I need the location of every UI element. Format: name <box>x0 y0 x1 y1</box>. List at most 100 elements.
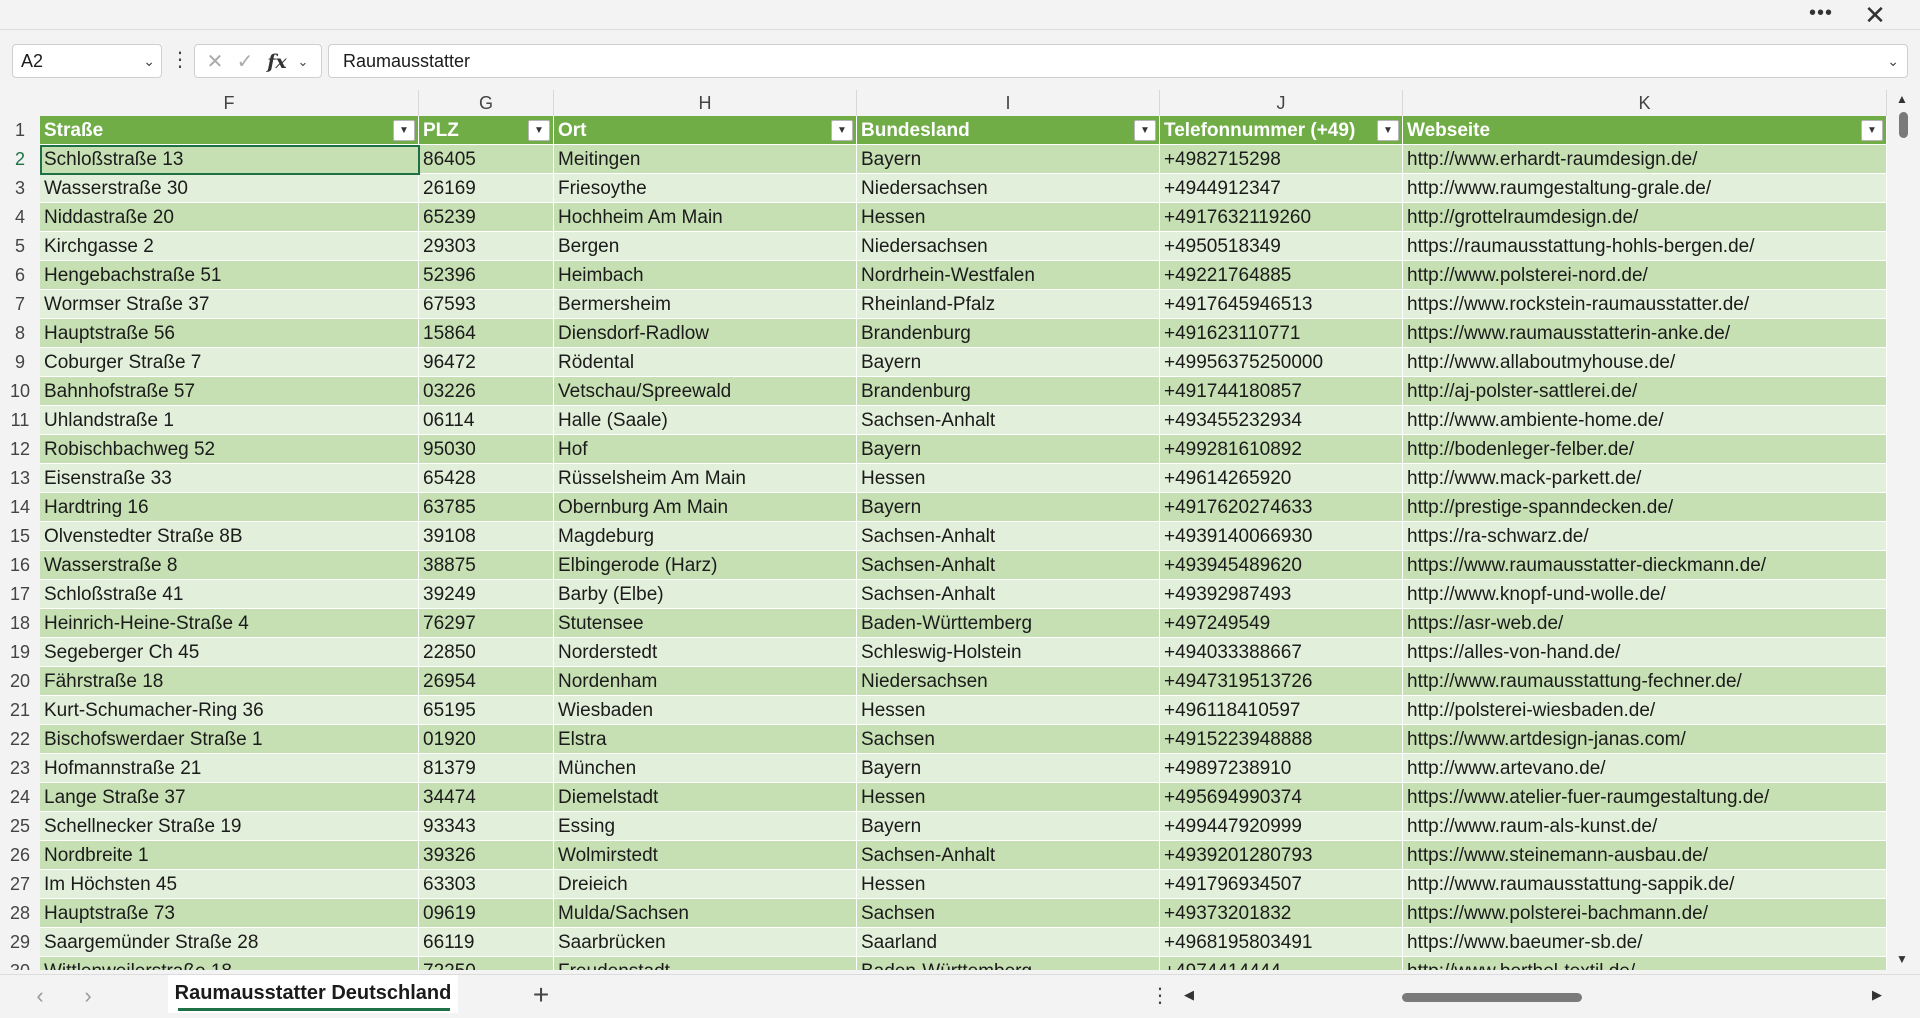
row-number[interactable]: 21 <box>0 696 40 725</box>
table-cell-k[interactable]: http://prestige-spanndecken.de/ <box>1403 493 1887 522</box>
add-sheet-button[interactable]: + <box>528 979 554 1011</box>
table-cell-g[interactable]: 52396 <box>419 261 554 290</box>
table-header-cell[interactable]: Telefonnummer (+49) ▼ <box>1160 116 1403 145</box>
table-cell-j[interactable]: +499281610892 <box>1160 435 1403 464</box>
table-cell-k[interactable]: http://www.ambiente-home.de/ <box>1403 406 1887 435</box>
table-cell-h[interactable]: Wolmirstedt <box>554 841 857 870</box>
table-cell-i[interactable]: Sachsen-Anhalt <box>857 406 1160 435</box>
table-cell-i[interactable]: Sachsen-Anhalt <box>857 551 1160 580</box>
table-cell-f[interactable]: Wasserstraße 8 <box>40 551 419 580</box>
table-cell-i[interactable]: Schleswig-Holstein <box>857 638 1160 667</box>
table-cell-f[interactable]: Schloßstraße 41 <box>40 580 419 609</box>
table-cell-h[interactable]: Bergen <box>554 232 857 261</box>
table-cell-h[interactable]: Meitingen <box>554 145 857 174</box>
row-number[interactable]: 20 <box>0 667 40 696</box>
horizontal-scroll-thumb[interactable] <box>1402 993 1582 1002</box>
table-cell-k[interactable]: http://www.polsterei-nord.de/ <box>1403 261 1887 290</box>
table-cell-k[interactable]: http://www.allaboutmyhouse.de/ <box>1403 348 1887 377</box>
table-cell-h[interactable]: Halle (Saale) <box>554 406 857 435</box>
table-cell-k[interactable]: https://www.raumausstatterin-anke.de/ <box>1403 319 1887 348</box>
table-cell-j[interactable]: +4939201280793 <box>1160 841 1403 870</box>
table-cell-i[interactable]: Sachsen-Anhalt <box>857 522 1160 551</box>
table-cell-i[interactable]: Baden-Württemberg <box>857 957 1160 970</box>
table-cell-j[interactable]: +4917645946513 <box>1160 290 1403 319</box>
table-cell-g[interactable]: 15864 <box>419 319 554 348</box>
table-cell-h[interactable]: Bermersheim <box>554 290 857 319</box>
table-cell-g[interactable]: 39108 <box>419 522 554 551</box>
row-number[interactable]: 15 <box>0 522 40 551</box>
expand-formula-chevron-icon[interactable]: ⌄ <box>1887 45 1899 77</box>
table-cell-k[interactable]: https://www.atelier-fuer-raumgestaltung.… <box>1403 783 1887 812</box>
table-cell-h[interactable]: Diensdorf-Radlow <box>554 319 857 348</box>
table-cell-j[interactable]: +49614265920 <box>1160 464 1403 493</box>
table-cell-j[interactable]: +4947319513726 <box>1160 667 1403 696</box>
table-cell-g[interactable]: 26169 <box>419 174 554 203</box>
table-cell-j[interactable]: +49392987493 <box>1160 580 1403 609</box>
table-cell-i[interactable]: Hessen <box>857 870 1160 899</box>
table-cell-f[interactable]: Nordbreite 1 <box>40 841 419 870</box>
table-cell-f[interactable]: Niddastraße 20 <box>40 203 419 232</box>
table-cell-i[interactable]: Brandenburg <box>857 319 1160 348</box>
table-cell-h[interactable]: Hochheim Am Main <box>554 203 857 232</box>
table-cell-g[interactable]: 09619 <box>419 899 554 928</box>
table-cell-h[interactable]: Barby (Elbe) <box>554 580 857 609</box>
table-cell-f[interactable]: Hardtring 16 <box>40 493 419 522</box>
vertical-scroll-thumb[interactable] <box>1899 112 1908 138</box>
table-cell-j[interactable]: +4982715298 <box>1160 145 1403 174</box>
row-number[interactable]: 2 <box>0 145 40 174</box>
table-cell-g[interactable]: 26954 <box>419 667 554 696</box>
table-cell-f[interactable]: Coburger Straße 7 <box>40 348 419 377</box>
table-cell-k[interactable]: http://bodenleger-felber.de/ <box>1403 435 1887 464</box>
table-cell-i[interactable]: Hessen <box>857 203 1160 232</box>
table-cell-j[interactable]: +4915223948888 <box>1160 725 1403 754</box>
table-cell-f[interactable]: Wittlenweilerstraße 18 <box>40 957 419 970</box>
table-cell-j[interactable]: +491744180857 <box>1160 377 1403 406</box>
row-number[interactable]: 19 <box>0 638 40 667</box>
table-cell-j[interactable]: +4944912347 <box>1160 174 1403 203</box>
table-cell-f[interactable]: Lange Straße 37 <box>40 783 419 812</box>
table-cell-g[interactable]: 39249 <box>419 580 554 609</box>
row-number[interactable]: 8 <box>0 319 40 348</box>
table-cell-j[interactable]: +495694990374 <box>1160 783 1403 812</box>
scroll-up-arrow-icon[interactable]: ▲ <box>1896 92 1908 106</box>
table-cell-g[interactable]: 66119 <box>419 928 554 957</box>
select-all-corner[interactable] <box>0 90 40 116</box>
table-cell-j[interactable]: +497249549 <box>1160 609 1403 638</box>
table-cell-i[interactable]: Brandenburg <box>857 377 1160 406</box>
row-number[interactable]: 14 <box>0 493 40 522</box>
table-cell-i[interactable]: Niedersachsen <box>857 232 1160 261</box>
table-cell-k[interactable]: http://www.raumausstattung-sappik.de/ <box>1403 870 1887 899</box>
row-number[interactable]: 16 <box>0 551 40 580</box>
filter-dropdown-icon[interactable]: ▼ <box>1134 120 1156 141</box>
table-cell-g[interactable]: 06114 <box>419 406 554 435</box>
table-cell-j[interactable]: +4917632119260 <box>1160 203 1403 232</box>
close-button[interactable]: ✕ <box>1858 2 1892 28</box>
column-letter-k[interactable]: K <box>1403 90 1887 116</box>
table-header-cell[interactable]: Straße ▼ <box>40 116 419 145</box>
column-letter-f[interactable]: F <box>40 90 419 116</box>
table-cell-i[interactable]: Bayern <box>857 812 1160 841</box>
table-header-cell[interactable]: Ort ▼ <box>554 116 857 145</box>
row-number[interactable]: 9 <box>0 348 40 377</box>
row-number[interactable]: 28 <box>0 899 40 928</box>
table-cell-f[interactable]: Bischofswerdaer Straße 1 <box>40 725 419 754</box>
table-cell-k[interactable]: http://www.artevano.de/ <box>1403 754 1887 783</box>
table-cell-j[interactable]: +496118410597 <box>1160 696 1403 725</box>
table-cell-k[interactable]: https://www.raumausstatter-dieckmann.de/ <box>1403 551 1887 580</box>
filter-dropdown-icon[interactable]: ▼ <box>1861 120 1883 141</box>
chevron-down-icon[interactable]: ⌄ <box>291 47 315 77</box>
table-cell-g[interactable]: 95030 <box>419 435 554 464</box>
table-cell-h[interactable]: Saarbrücken <box>554 928 857 957</box>
table-header-cell[interactable]: Bundesland ▼ <box>857 116 1160 145</box>
column-letter-i[interactable]: I <box>857 90 1160 116</box>
vertical-dots-icon[interactable]: ⋮ <box>170 46 190 76</box>
table-cell-k[interactable]: http://polsterei-wiesbaden.de/ <box>1403 696 1887 725</box>
table-cell-i[interactable]: Hessen <box>857 696 1160 725</box>
row-number[interactable]: 26 <box>0 841 40 870</box>
table-cell-h[interactable]: Vetschau/Spreewald <box>554 377 857 406</box>
table-cell-f[interactable]: Kurt-Schumacher-Ring 36 <box>40 696 419 725</box>
table-cell-f[interactable]: Kirchgasse 2 <box>40 232 419 261</box>
table-cell-i[interactable]: Bayern <box>857 754 1160 783</box>
table-cell-g[interactable]: 96472 <box>419 348 554 377</box>
table-cell-f[interactable]: Heinrich-Heine-Straße 4 <box>40 609 419 638</box>
